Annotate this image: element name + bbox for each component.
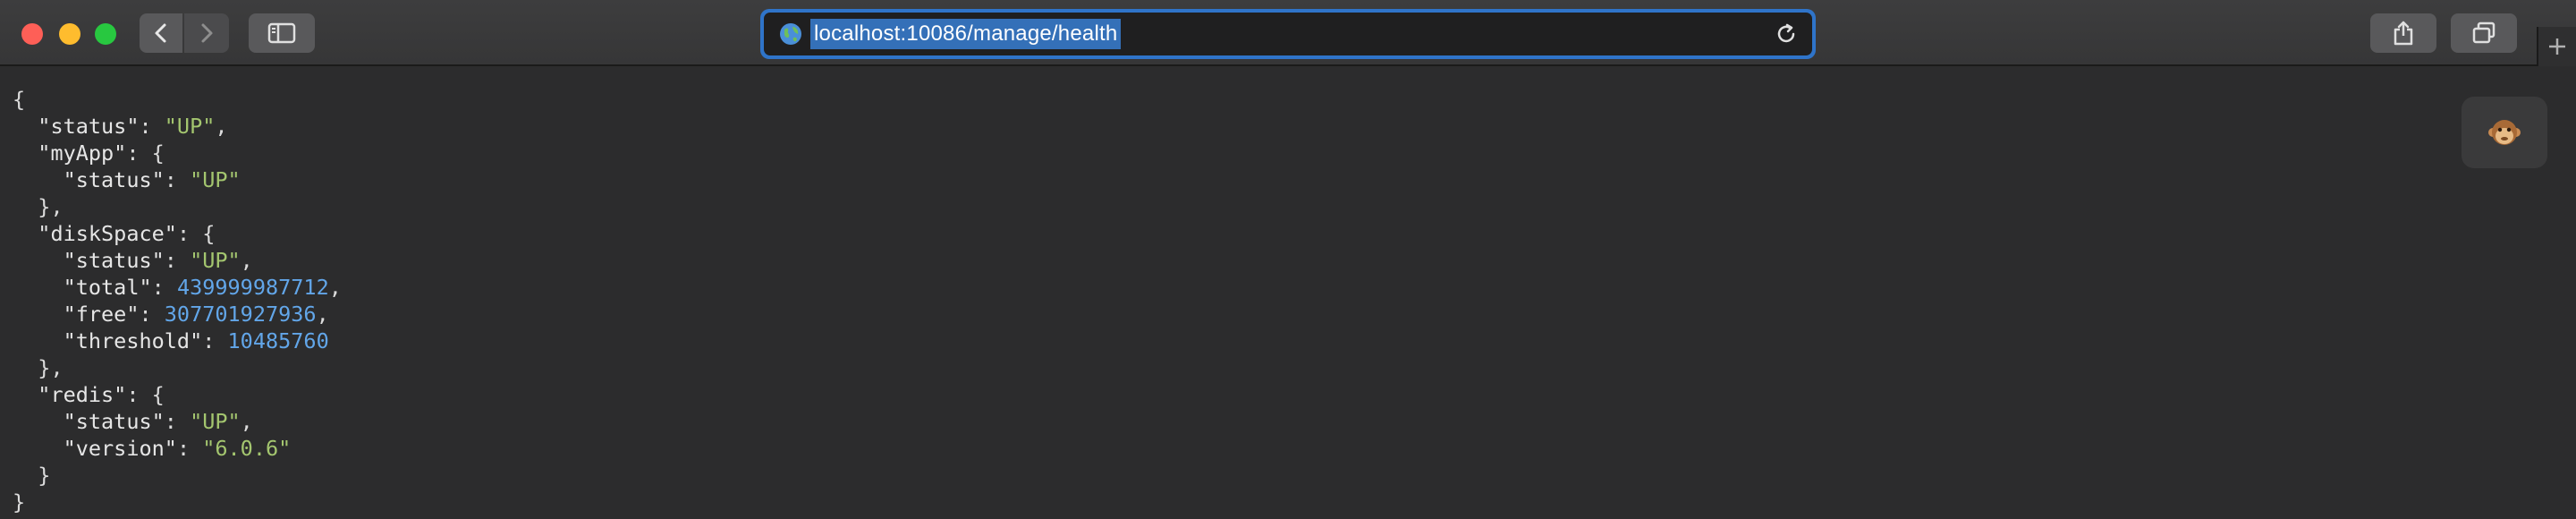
json-key: "version" <box>63 436 177 461</box>
json-string: "UP" <box>190 409 241 434</box>
window-minimize-button[interactable] <box>59 23 80 45</box>
globe-icon <box>780 23 801 45</box>
json-viewer: { "status": "UP", "myApp": { "status": "… <box>13 87 342 515</box>
json-key: "myApp" <box>38 140 127 166</box>
json-key: "status" <box>63 167 165 192</box>
share-icon <box>2394 21 2413 46</box>
json-string: "UP" <box>164 114 216 139</box>
tab-overview-icon <box>2472 21 2496 44</box>
sidebar-icon <box>267 22 296 44</box>
json-number: 439999987712 <box>176 275 329 300</box>
extension-button[interactable] <box>2462 97 2547 168</box>
json-key: "diskSpace" <box>38 221 177 246</box>
json-number: 10485760 <box>227 328 329 353</box>
address-field[interactable]: localhost:10086/manage/health <box>764 13 1812 55</box>
json-number: 307701927936 <box>164 302 317 327</box>
page-content: { "status": "UP", "myApp": { "status": "… <box>0 66 2576 519</box>
window-zoom-button[interactable] <box>95 23 116 45</box>
json-key: "total" <box>63 275 152 300</box>
url-text[interactable]: localhost:10086/manage/health <box>810 19 1122 49</box>
json-key: "free" <box>63 302 140 327</box>
tab-overview-button[interactable] <box>2451 13 2517 53</box>
sidebar-toggle-button[interactable] <box>249 13 315 53</box>
json-string: "6.0.6" <box>202 436 292 461</box>
reload-icon[interactable] <box>1775 22 1798 46</box>
json-key: "status" <box>63 248 165 273</box>
json-string: "UP" <box>190 167 241 192</box>
back-button[interactable] <box>140 13 182 53</box>
address-bar[interactable]: localhost:10086/manage/health <box>760 9 1816 59</box>
window-close-button[interactable] <box>21 23 43 45</box>
json-key: "threshold" <box>63 328 203 353</box>
json-key: "redis" <box>38 382 127 407</box>
chevron-left-icon <box>155 23 166 43</box>
plus-icon <box>2549 38 2565 55</box>
browser-toolbar: localhost:10086/manage/health <box>0 0 2576 66</box>
json-string: "UP" <box>190 248 241 273</box>
forward-button[interactable] <box>184 13 229 53</box>
json-key: "status" <box>63 409 165 434</box>
new-tab-button[interactable] <box>2537 27 2576 66</box>
chevron-right-icon <box>201 23 213 43</box>
share-button[interactable] <box>2370 13 2436 53</box>
json-key: "status" <box>38 114 140 139</box>
monkey-icon <box>2488 120 2521 145</box>
